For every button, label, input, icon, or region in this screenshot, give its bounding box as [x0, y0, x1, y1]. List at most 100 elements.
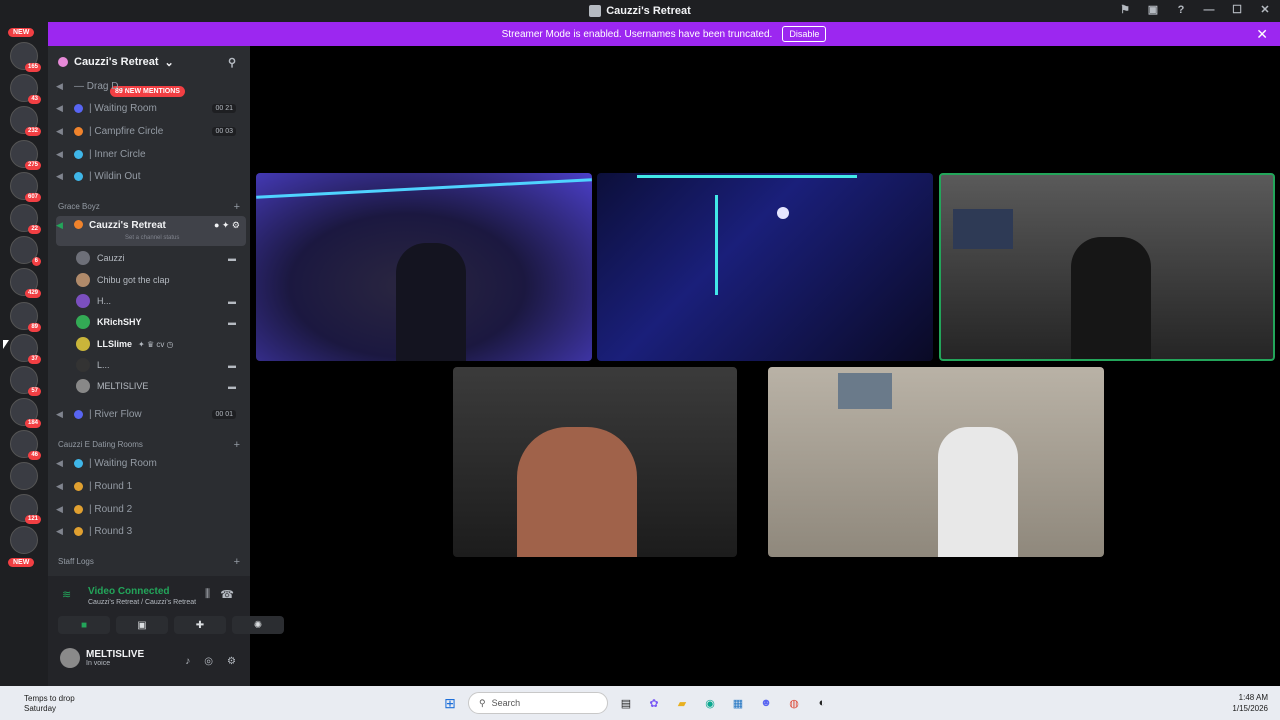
noise-suppression-icon[interactable]: ⫼	[205, 588, 210, 601]
chrome-icon[interactable]: ◍	[784, 693, 804, 713]
server-icon[interactable]: 6	[10, 236, 41, 266]
voice-channel[interactable]: ◀ | Round 1	[56, 476, 246, 496]
screen-icon[interactable]: ▣	[1146, 3, 1160, 16]
camera-icon: ▬	[228, 360, 236, 370]
moon-icon	[74, 171, 83, 181]
speaker-icon: ◀	[56, 80, 63, 91]
user-badges-icon: ✦ ♛ cv ◷	[138, 339, 174, 349]
connection-location[interactable]: Cauzzi's Retreat / Cauzzi's Retreat	[88, 599, 196, 606]
server-icon[interactable]: 121	[10, 494, 41, 524]
category-dating-rooms[interactable]: Cauzzi E Dating Rooms +	[58, 439, 240, 451]
close-window-button[interactable]: ✕	[1258, 3, 1272, 16]
active-voice-channel[interactable]: ◀ Cauzzi's Retreat ● ✦ ⚙	[56, 216, 246, 246]
headphones-icon[interactable]: ◎	[204, 656, 213, 667]
server-name: Cauzzi's Retreat	[74, 56, 159, 68]
server-icon[interactable]: 232	[10, 106, 41, 136]
voice-user[interactable]: H... ▬	[76, 292, 246, 310]
discord-taskbar-icon[interactable]: ☻	[756, 693, 776, 713]
soundboard-button[interactable]: ✺	[232, 616, 284, 634]
taskbar-search[interactable]: ⚲ Search	[468, 692, 608, 714]
weather-widget[interactable]: Temps to drop Saturday	[24, 694, 75, 714]
signal-icon[interactable]: ≋	[62, 588, 71, 601]
microphone-icon[interactable]: ♪	[185, 656, 190, 667]
invite-icon[interactable]: ⚲	[228, 56, 236, 69]
voice-channel[interactable]: ◀ | River Flow 00 01	[56, 404, 246, 424]
voice-channel[interactable]: ◀ | Round 2	[56, 499, 246, 519]
activities-button[interactable]: ✚	[174, 616, 226, 634]
window-titlebar: Cauzzi's Retreat ⚑ ▣ ? — ☐ ✕	[0, 0, 1280, 22]
chevron-down-icon: ⌄	[164, 56, 174, 69]
led-light	[637, 175, 857, 178]
voice-channel[interactable]: ◀ | Wildin Out	[56, 166, 246, 186]
add-channel-icon[interactable]: +	[234, 556, 240, 568]
voice-channel[interactable]: ◀ | Round 3	[56, 521, 246, 541]
category-grace-boyz[interactable]: Grace Boyz +	[58, 201, 240, 213]
server-icon[interactable]: 46	[10, 430, 41, 460]
server-icon[interactable]: 22	[10, 204, 41, 234]
voice-user[interactable]: KRichSHY ▬	[76, 313, 246, 331]
copilot-icon[interactable]: ✿	[644, 693, 664, 713]
disable-button[interactable]: Disable	[782, 26, 827, 42]
edge-icon[interactable]: ◉	[700, 693, 720, 713]
window-title: Cauzzi's Retreat	[606, 5, 691, 17]
new-pill[interactable]: NEW	[8, 28, 35, 37]
voice-channel[interactable]: ◀ | Waiting Room 00 21	[56, 98, 246, 118]
server-icon[interactable]	[10, 462, 38, 490]
add-channel-icon[interactable]: +	[234, 439, 240, 451]
video-tile[interactable]	[256, 173, 592, 361]
voice-user[interactable]: MELTISLIVE ▬	[76, 377, 246, 395]
system-clock[interactable]: 1:48 AM 1/15/2026	[1232, 692, 1268, 714]
task-view-icon[interactable]: ▤	[616, 693, 636, 713]
speaker-icon: ◀	[56, 148, 63, 159]
settings-gear-icon[interactable]: ⚙	[227, 656, 236, 667]
new-pill[interactable]: NEW	[8, 558, 35, 567]
server-icon[interactable]	[10, 526, 38, 554]
category-staff-logs[interactable]: Staff Logs +	[58, 556, 240, 568]
avatar	[76, 251, 90, 265]
voice-channel[interactable]: ◀ | Waiting Room	[56, 453, 246, 473]
server-icon[interactable]: 57	[10, 366, 41, 396]
led-light	[715, 195, 718, 295]
obs-icon[interactable]: ◐	[812, 693, 832, 713]
server-icon[interactable]: 165	[10, 42, 41, 72]
server-icon[interactable]: 37	[10, 334, 41, 364]
file-explorer-icon[interactable]: ▰	[672, 693, 692, 713]
video-tile[interactable]	[768, 367, 1104, 557]
add-channel-icon[interactable]: +	[234, 201, 240, 213]
server-icon[interactable]: 429	[10, 268, 41, 298]
voice-user[interactable]: Chibu got the clap	[76, 271, 246, 289]
voice-channel[interactable]: ◀ | Campfire Circle 00 03	[56, 121, 246, 141]
server-header[interactable]: Cauzzi's Retreat ⌄ ⚲	[48, 46, 250, 78]
avatar	[76, 337, 90, 351]
voice-user[interactable]: LLSlime ✦ ♛ cv ◷	[76, 335, 246, 353]
disconnect-icon[interactable]: ☎	[220, 588, 234, 601]
windows-start-icon[interactable]: ⊞	[440, 693, 460, 713]
maximize-button[interactable]: ☐	[1230, 3, 1244, 16]
channel-status[interactable]: Set a channel status	[125, 235, 179, 241]
store-icon[interactable]: ▦	[728, 693, 748, 713]
voice-channel[interactable]: ◀ | Inner Circle	[56, 144, 246, 164]
user-panel[interactable]: MELTISLIVE In voice	[60, 648, 144, 668]
led-light	[256, 178, 592, 199]
speaker-icon: ◀	[56, 457, 63, 468]
camera-button[interactable]: ■	[58, 616, 110, 634]
server-icon[interactable]: 607	[10, 172, 41, 202]
minimize-button[interactable]: —	[1202, 4, 1216, 16]
voice-user[interactable]: Cauzzi ▬	[76, 249, 246, 267]
server-icon[interactable]: 43	[10, 74, 41, 104]
speaker-icon: ◀	[56, 503, 63, 514]
voice-channel[interactable]: ◀ — Drag D...	[56, 76, 246, 96]
video-tile[interactable]	[453, 367, 737, 557]
video-tile[interactable]	[597, 173, 933, 361]
server-icon[interactable]: 184	[10, 398, 41, 428]
voice-user[interactable]: L... ▬	[76, 356, 246, 374]
close-icon[interactable]: ✕	[1256, 26, 1268, 43]
video-tile-speaking[interactable]	[939, 173, 1275, 361]
help-icon[interactable]: ?	[1174, 4, 1188, 16]
avatar	[76, 315, 90, 329]
inbox-icon[interactable]: ⚑	[1118, 3, 1132, 16]
channel-actions-icon[interactable]: ● ✦ ⚙	[214, 220, 240, 231]
screen-share-button[interactable]: ▣	[116, 616, 168, 634]
server-icon[interactable]: 275	[10, 140, 41, 170]
server-icon[interactable]: 89	[10, 302, 41, 332]
